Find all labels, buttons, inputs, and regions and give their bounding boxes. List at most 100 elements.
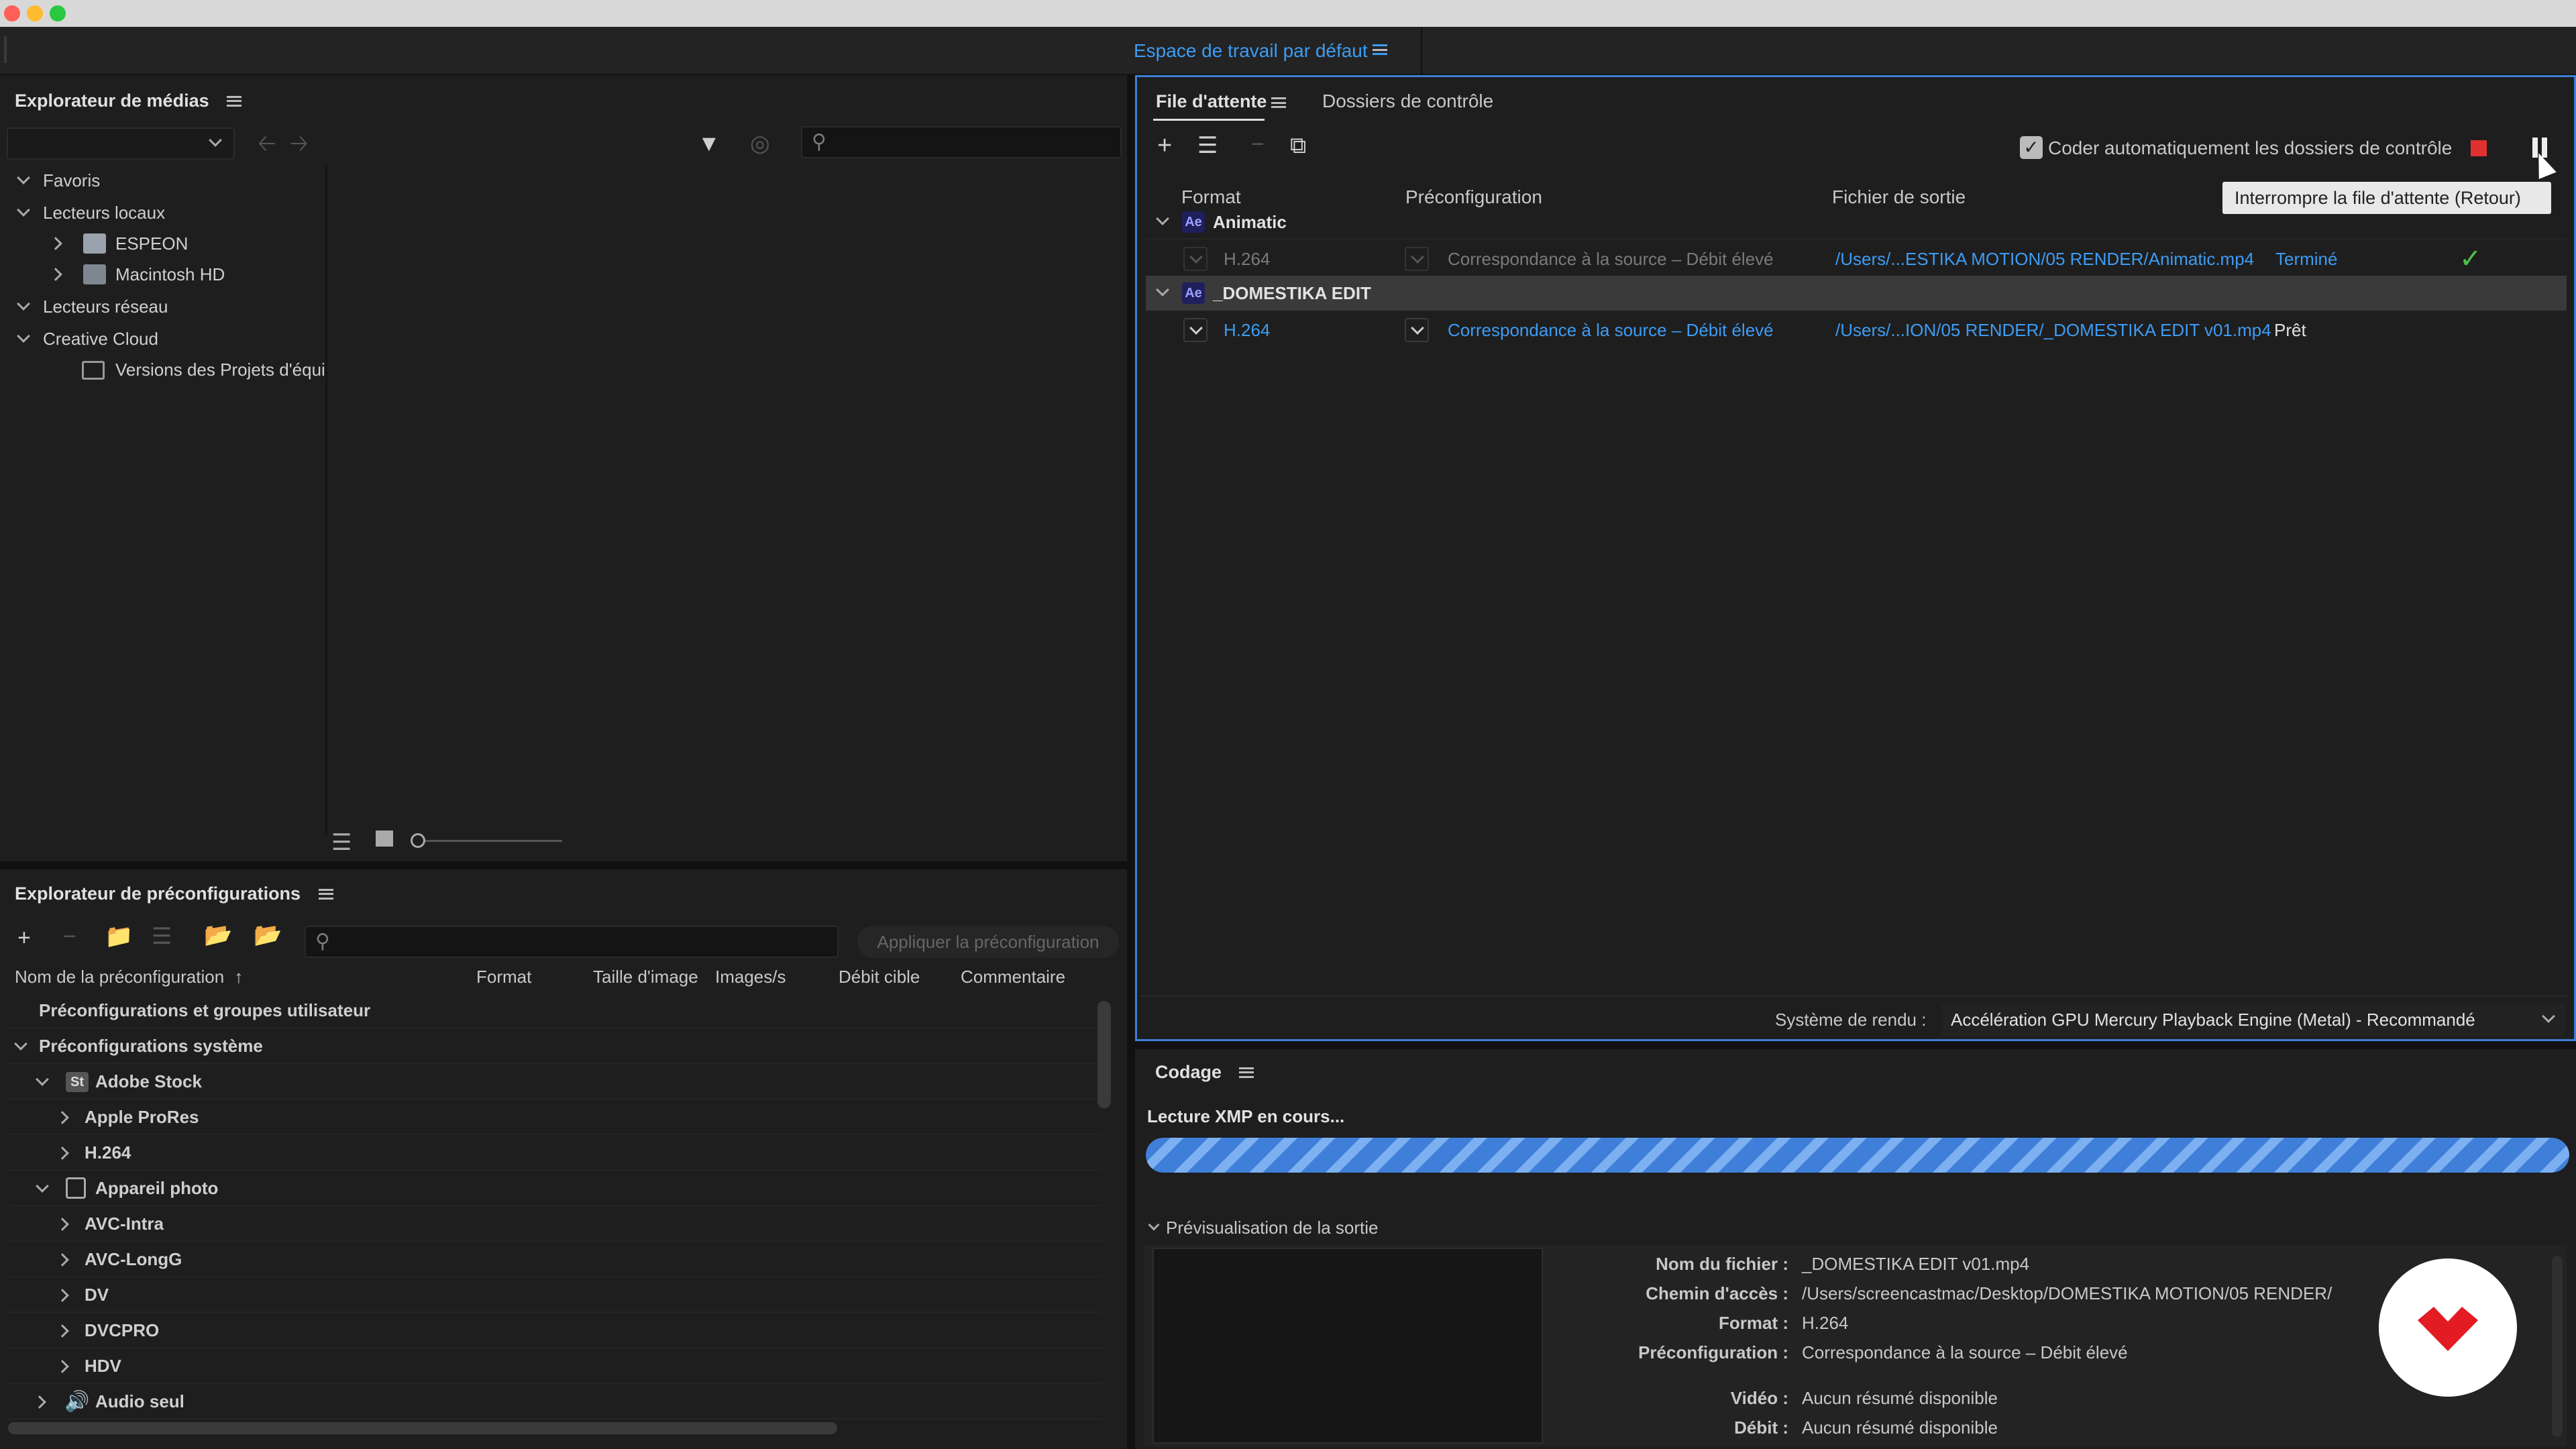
media-search-input[interactable]: ⚲ [801,126,1122,158]
active-tab-indicator [1153,119,1265,121]
chevron-down-icon [36,1179,49,1193]
minimize-window-button[interactable] [27,5,43,21]
preset-row[interactable]: DVCPRO [8,1313,1102,1348]
tree-item-label: Macintosh HD [115,264,225,284]
close-window-button[interactable] [4,5,20,21]
workspace-selector[interactable]: Espace de travail par défaut [1134,38,1368,64]
preset-row[interactable]: St Adobe Stock [8,1064,1102,1099]
column-label: Nom de la préconfiguration [15,967,225,987]
column-header-comment[interactable]: Commentaire [961,963,1065,990]
format-dropdown[interactable] [1183,247,1208,271]
remove-preset-icon[interactable]: − [63,923,76,950]
tree-item-lecteurs-reseau[interactable]: Lecteurs réseau [5,291,327,322]
export-preset-icon[interactable]: 📂 [254,922,282,949]
queue-item-output-link[interactable]: /Users/...ESTIKA MOTION/05 RENDER/Animat… [1835,241,2254,276]
preset-row[interactable]: Appareil photo [8,1171,1102,1206]
preset-row[interactable]: AVC-Intra [8,1206,1102,1242]
preset-settings-icon[interactable]: ☰ [152,923,172,950]
chevron-down-icon [1189,250,1203,264]
preset-row[interactable]: HDV [8,1348,1102,1384]
forward-arrow-icon[interactable]: 🡢 [290,130,309,157]
detail-value: _DOMESTIKA EDIT v01.mp4 [1802,1254,2030,1274]
tree-item-espeon[interactable]: ESPEON [5,228,327,259]
preset-dropdown[interactable] [1405,318,1429,342]
add-source-icon[interactable]: + [1157,132,1172,159]
queue-group-animatic[interactable]: Ae Animatic [1146,205,2567,239]
grip-handle[interactable] [4,36,7,63]
zoom-window-button[interactable] [50,5,66,21]
preset-row[interactable]: AVC-LongG [8,1242,1102,1277]
queue-item-preset[interactable]: Correspondance à la source – Débit élevé [1448,313,1774,347]
workspace-menu-icon[interactable] [1373,44,1387,58]
stop-queue-button[interactable] [2471,140,2487,156]
panel-menu-icon[interactable] [227,91,242,117]
queue-settings-icon[interactable]: ☰ [1197,132,1218,159]
back-arrow-icon[interactable]: 🡠 [258,130,276,157]
column-header-fps[interactable]: Images/s [715,963,786,990]
vertical-scrollbar[interactable] [2552,1256,2563,1437]
chevron-down-icon [1148,1219,1160,1231]
preset-search-input[interactable]: ⚲ [305,926,839,958]
column-header-frame-size[interactable]: Taille d'image [593,963,698,990]
tree-item-favoris[interactable]: Favoris [5,165,327,196]
new-group-icon[interactable]: 📁 [105,923,133,950]
preview-toggle[interactable]: Prévisualisation de la sortie [1147,1214,1379,1244]
tab-queue[interactable]: File d'attente [1156,87,1267,119]
tree-item-creative-cloud[interactable]: Creative Cloud [5,323,327,354]
duplicate-icon[interactable]: ⧉ [1290,132,1306,159]
preset-row[interactable]: Préconfigurations et groupes utilisateur [8,993,1102,1028]
apply-preset-button-label: Appliquer la préconfiguration [877,932,1099,952]
detail-value: Correspondance à la source – Débit élevé [1802,1342,2128,1362]
chevron-down-icon [17,171,30,184]
queue-item-animatic[interactable]: H.264 Correspondance à la source – Débit… [1146,241,2567,276]
preset-row[interactable]: 🔊 Audio seul [8,1384,1102,1419]
import-preset-icon[interactable]: 📂 [204,922,232,949]
preset-row[interactable]: Préconfigurations système [8,1028,1102,1064]
view-toggle-icon[interactable]: ◎ [750,130,770,157]
tree-item-versions-projets[interactable]: Versions des Projets d'équi [5,354,327,385]
renderer-dropdown[interactable]: Accélération GPU Mercury Playback Engine… [1941,1004,2565,1036]
preset-row[interactable]: H.264 [8,1135,1102,1171]
horizontal-scrollbar[interactable] [8,1422,837,1434]
panel-title: Codage [1155,1062,1222,1082]
zoom-slider-handle[interactable] [411,833,425,848]
tree-item-macintosh-hd[interactable]: Macintosh HD [5,259,327,290]
format-dropdown[interactable] [1183,318,1208,342]
filter-icon[interactable]: ▼ [698,130,720,157]
location-dropdown[interactable] [7,127,235,160]
chevron-down-icon [1411,321,1424,335]
panel-menu-icon[interactable] [1239,1061,1254,1090]
chevron-down-icon [17,203,30,217]
add-preset-icon[interactable]: + [17,924,31,951]
zoom-slider-track[interactable] [425,840,562,842]
panel-divider-vertical[interactable] [1127,75,1135,1449]
panel-divider[interactable] [0,861,1134,869]
panel-divider[interactable] [1135,1041,2576,1049]
remove-item-icon[interactable]: − [1251,131,1265,158]
panel-menu-icon[interactable] [318,883,333,910]
auto-encode-checkbox[interactable]: ✓ [2020,136,2043,159]
detail-value: /Users/screencastmac/Desktop/DOMESTIKA M… [1802,1283,2332,1303]
queue-item-format[interactable]: H.264 [1224,313,1270,347]
window-title-bar [0,0,2576,27]
list-view-icon[interactable]: ☰ [331,829,352,856]
queue-group-domestika[interactable]: Ae _DOMESTIKA EDIT [1146,276,2567,311]
preset-dropdown[interactable] [1405,247,1429,271]
queue-item-output-link[interactable]: /Users/...ION/05 RENDER/_DOMESTIKA EDIT … [1835,313,2271,347]
preview-thumbnail [1152,1248,1543,1444]
queue-item-domestika[interactable]: H.264 Correspondance à la source – Débit… [1146,313,2567,347]
tree-item-lecteurs-locaux[interactable]: Lecteurs locaux [5,197,327,228]
tab-watch-folders[interactable]: Dossiers de contrôle [1322,87,1493,116]
vertical-scrollbar[interactable] [1097,1001,1111,1108]
preset-row[interactable]: DV [8,1277,1102,1313]
panel-menu-icon[interactable] [1271,97,1286,111]
apply-preset-button[interactable]: Appliquer la préconfiguration [857,926,1119,958]
detail-label: Nom du fichier : [1656,1254,1788,1274]
thumbnail-view-icon[interactable] [376,830,393,847]
column-header-name[interactable]: Nom de la préconfiguration ↑ [15,963,243,990]
preset-row[interactable]: Apple ProRes [8,1099,1102,1135]
logo-mark-icon [2418,1307,2478,1351]
divider [1140,996,2569,997]
column-header-format[interactable]: Format [476,963,531,990]
column-header-bitrate[interactable]: Débit cible [839,963,920,990]
